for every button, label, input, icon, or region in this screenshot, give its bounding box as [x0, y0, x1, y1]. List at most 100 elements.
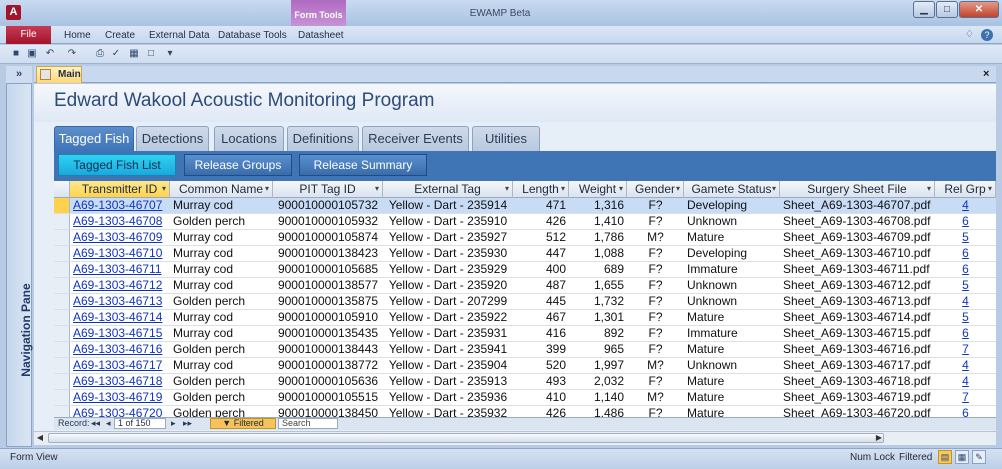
surgery-sheet-file-cell[interactable]: Sheet_A69-1303-46713.pdf: [780, 294, 935, 309]
save-as-icon[interactable]: ▣: [26, 48, 38, 60]
weight-cell[interactable]: 1,786: [569, 230, 627, 245]
weight-cell[interactable]: 1,301: [569, 310, 627, 325]
gamete-status-cell[interactable]: Mature: [684, 342, 780, 357]
surgery-sheet-file-cell[interactable]: Sheet_A69-1303-46712.pdf: [780, 278, 935, 293]
transmitter-id-cell[interactable]: A69-1303-46714: [70, 310, 170, 325]
length-cell[interactable]: 416: [513, 326, 569, 341]
rel-grp-cell[interactable]: 4: [935, 198, 996, 213]
column-header-weight[interactable]: Weight ▾: [569, 181, 627, 198]
document-tab-main[interactable]: Main: [36, 66, 82, 83]
close-button[interactable]: ✕: [959, 1, 999, 18]
table-row[interactable]: A69-1303-46717 Murray cod 900010000138772 Y…: [54, 358, 996, 374]
current-record-field[interactable]: 1 of 150: [114, 418, 166, 429]
external-tag-cell[interactable]: Yellow - Dart - 235936: [383, 390, 513, 405]
record-selector[interactable]: [54, 214, 70, 229]
common-name-cell[interactable]: Golden perch: [170, 214, 273, 229]
rel-grp-cell[interactable]: 4: [935, 294, 996, 309]
excel-icon[interactable]: ▦: [128, 48, 140, 60]
tab-definitions[interactable]: Definitions: [287, 126, 359, 151]
tab-utilities[interactable]: Utilities: [472, 126, 540, 151]
gender-cell[interactable]: F?: [627, 374, 684, 389]
table-row[interactable]: A69-1303-46713 Golden perch 90001000013587…: [54, 294, 996, 310]
gamete-status-cell[interactable]: Mature: [684, 374, 780, 389]
transmitter-id-cell[interactable]: A69-1303-46716: [70, 342, 170, 357]
record-selector[interactable]: [54, 246, 70, 261]
record-selector[interactable]: [54, 374, 70, 389]
common-name-cell[interactable]: Golden perch: [170, 374, 273, 389]
sort-dropdown-icon[interactable]: ▾: [505, 181, 509, 197]
table-row[interactable]: A69-1303-46716 Golden perch 90001000013844…: [54, 342, 996, 358]
surgery-sheet-file-cell[interactable]: Sheet_A69-1303-46711.pdf: [780, 262, 935, 277]
gender-cell[interactable]: F?: [627, 262, 684, 277]
external-tag-cell[interactable]: Yellow - Dart - 235930: [383, 246, 513, 261]
maximize-button[interactable]: □: [936, 1, 958, 18]
weight-cell[interactable]: 1,088: [569, 246, 627, 261]
column-header-gender[interactable]: Gender ▾: [627, 181, 684, 198]
transmitter-id-cell[interactable]: A69-1303-46715: [70, 326, 170, 341]
pit-tag-id-cell[interactable]: 900010000105732: [273, 198, 383, 213]
tab-receiver-events[interactable]: Receiver Events: [362, 126, 469, 151]
gamete-status-cell[interactable]: Unknown: [684, 358, 780, 373]
pit-tag-id-cell[interactable]: 900010000135875: [273, 294, 383, 309]
column-header-external-tag[interactable]: External Tag ▾: [383, 181, 513, 198]
gamete-status-cell[interactable]: Mature: [684, 390, 780, 405]
nav-pane-toggle-icon[interactable]: »: [6, 66, 32, 84]
surgery-sheet-file-cell[interactable]: Sheet_A69-1303-46716.pdf: [780, 342, 935, 357]
surgery-sheet-file-cell[interactable]: Sheet_A69-1303-46717.pdf: [780, 358, 935, 373]
weight-cell[interactable]: 1,410: [569, 214, 627, 229]
ribbon-minimize-chevron-icon[interactable]: ♢: [965, 29, 974, 40]
table-row[interactable]: A69-1303-46718 Golden perch 90001000010563…: [54, 374, 996, 390]
length-cell[interactable]: 493: [513, 374, 569, 389]
spelling-icon[interactable]: ✓: [110, 48, 122, 60]
common-name-cell[interactable]: Golden perch: [170, 390, 273, 405]
weight-cell[interactable]: 1,140: [569, 390, 627, 405]
gamete-status-cell[interactable]: Mature: [684, 230, 780, 245]
customize-icon[interactable]: ▾: [164, 48, 176, 60]
sort-dropdown-icon[interactable]: ▾: [619, 181, 623, 197]
rel-grp-cell[interactable]: 7: [935, 390, 996, 405]
column-header-rel-grp[interactable]: Rel Grp ▾: [935, 181, 996, 198]
external-tag-cell[interactable]: Yellow - Dart - 235927: [383, 230, 513, 245]
gender-cell[interactable]: M?: [627, 358, 684, 373]
length-cell[interactable]: 471: [513, 198, 569, 213]
gender-cell[interactable]: F?: [627, 278, 684, 293]
release-summary-button[interactable]: Release Summary: [299, 154, 427, 176]
record-selector[interactable]: [54, 198, 70, 213]
table-row[interactable]: A69-1303-46710 Murray cod 900010000138423 Y…: [54, 246, 996, 262]
first-record-icon[interactable]: ◂◂: [91, 418, 100, 429]
ribbon-tab-database-tools[interactable]: Database Tools: [218, 30, 287, 41]
sort-dropdown-icon[interactable]: ▾: [988, 181, 992, 197]
horizontal-scroll-thumb[interactable]: [48, 433, 884, 443]
release-groups-button[interactable]: Release Groups: [184, 154, 292, 176]
external-tag-cell[interactable]: Yellow - Dart - 235929: [383, 262, 513, 277]
gender-cell[interactable]: F?: [627, 246, 684, 261]
length-cell[interactable]: 426: [513, 214, 569, 229]
weight-cell[interactable]: 1,997: [569, 358, 627, 373]
external-tag-cell[interactable]: Yellow - Dart - 235941: [383, 342, 513, 357]
transmitter-id-cell[interactable]: A69-1303-46718: [70, 374, 170, 389]
transmitter-id-cell[interactable]: A69-1303-46709: [70, 230, 170, 245]
rel-grp-cell[interactable]: 6: [935, 262, 996, 277]
column-header-transmitter-id[interactable]: Transmitter ID ▾: [70, 181, 170, 198]
table-row[interactable]: A69-1303-46711 Murray cod 900010000105685 Y…: [54, 262, 996, 278]
record-selector[interactable]: [54, 326, 70, 341]
pit-tag-id-cell[interactable]: 900010000138577: [273, 278, 383, 293]
scroll-left-arrow-icon[interactable]: ◀: [34, 432, 46, 444]
gamete-status-cell[interactable]: Unknown: [684, 278, 780, 293]
gamete-status-cell[interactable]: Developing: [684, 198, 780, 213]
common-name-cell[interactable]: Golden perch: [170, 342, 273, 357]
common-name-cell[interactable]: Murray cod: [170, 198, 273, 213]
table-row[interactable]: A69-1303-46714 Murray cod 900010000105910 Y…: [54, 310, 996, 326]
common-name-cell[interactable]: Murray cod: [170, 326, 273, 341]
transmitter-id-cell[interactable]: A69-1303-46711: [70, 262, 170, 277]
record-selector[interactable]: [54, 342, 70, 357]
external-tag-cell[interactable]: Yellow - Dart - 235913: [383, 374, 513, 389]
help-icon[interactable]: ?: [981, 29, 993, 41]
rel-grp-cell[interactable]: 5: [935, 278, 996, 293]
transmitter-id-cell[interactable]: A69-1303-46717: [70, 358, 170, 373]
pit-tag-id-cell[interactable]: 900010000105685: [273, 262, 383, 277]
gender-cell[interactable]: F?: [627, 342, 684, 357]
rel-grp-cell[interactable]: 5: [935, 310, 996, 325]
record-selector[interactable]: [54, 262, 70, 277]
length-cell[interactable]: 410: [513, 390, 569, 405]
